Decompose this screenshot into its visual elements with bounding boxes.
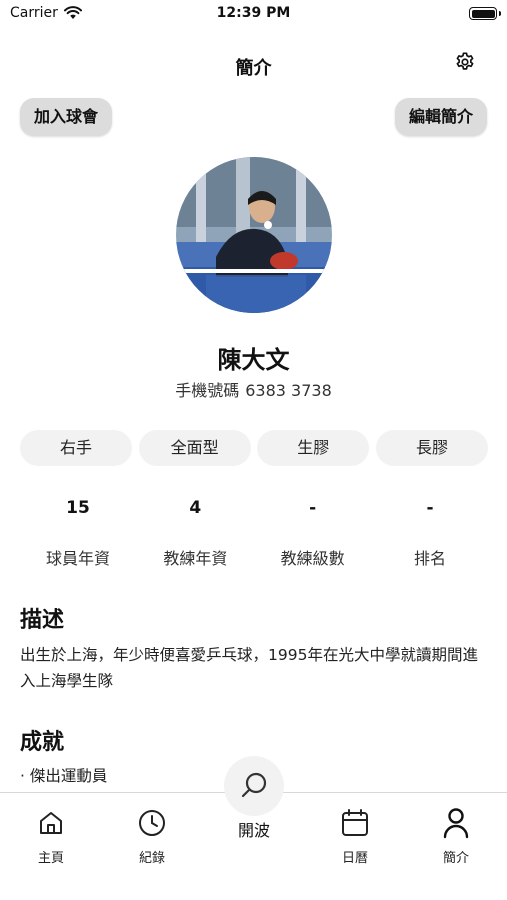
phone-label: 手機號碼 [175, 381, 240, 400]
stat-value: 4 [189, 498, 202, 518]
tag-style: 全面型 [138, 430, 251, 466]
home-icon [40, 812, 62, 834]
stat-label: 排名 [413, 549, 446, 568]
clock-icon [139, 810, 165, 836]
tab-records-label: 紀錄 [138, 851, 165, 866]
tab-calendar-label: 日曆 [341, 851, 368, 866]
stat-value: - [309, 498, 317, 518]
stats-row: 15 球員年資 4 教練年資 - 教練級數 - 排名 [20, 495, 488, 569]
stat-value: 15 [66, 498, 90, 518]
tab-profile[interactable]: 簡介 [416, 807, 496, 866]
phone-number: 6383 3738 [245, 381, 332, 400]
achievements-heading: 成就 [20, 730, 65, 755]
join-club-button[interactable]: 加入球會 [20, 98, 113, 136]
phone-info: 手機號碼 6383 3738 [0, 377, 507, 401]
tab-profile-label: 簡介 [442, 851, 469, 866]
settings-button[interactable] [453, 50, 477, 74]
profile-name: 陳大文 [217, 346, 290, 374]
stat-label: 教練級數 [280, 549, 345, 568]
avatar [176, 157, 332, 313]
start-match-label: 開波 [237, 821, 270, 840]
person-icon [443, 808, 469, 839]
gear-icon [456, 52, 474, 70]
start-match-button[interactable] [224, 756, 284, 816]
tag-rubber-2: 長膠 [375, 430, 488, 466]
tag-rubber-1: 生膠 [257, 430, 370, 466]
description-heading: 描述 [20, 608, 65, 633]
tab-calendar[interactable]: 日曆 [315, 807, 395, 866]
stat-label: 教練年資 [163, 549, 228, 568]
tab-home-label: 主頁 [37, 851, 64, 866]
status-time: 12:39 PM [216, 5, 291, 21]
tag-hand: 右手 [20, 430, 132, 466]
paddle-search-icon [241, 772, 267, 798]
description-text: 出生於上海，年少時便喜愛乒乓球，1995年在光大中學就讀期間進入上海學生隊 [20, 646, 478, 690]
achievement-item: · 傑出運動員 [20, 767, 108, 785]
stat-coach-level: - 教練級數 [255, 495, 371, 569]
calendar-icon [342, 809, 368, 836]
page-title: 簡介 [235, 58, 272, 79]
play-style-tags: 右手 全面型 生膠 長膠 [20, 430, 488, 466]
tab-home[interactable]: 主頁 [11, 807, 91, 866]
stat-ranking: - 排名 [372, 495, 488, 569]
stat-label: 球員年資 [45, 549, 110, 568]
battery-icon [469, 7, 501, 20]
tab-records[interactable]: 紀錄 [112, 807, 192, 866]
edit-profile-button[interactable]: 編輯簡介 [394, 98, 487, 136]
stat-player-years: 15 球員年資 [20, 495, 136, 569]
stat-value: - [426, 498, 434, 518]
status-bar: Carrier 12:39 PM [0, 0, 507, 30]
stat-coach-years: 4 教練年資 [137, 495, 253, 569]
